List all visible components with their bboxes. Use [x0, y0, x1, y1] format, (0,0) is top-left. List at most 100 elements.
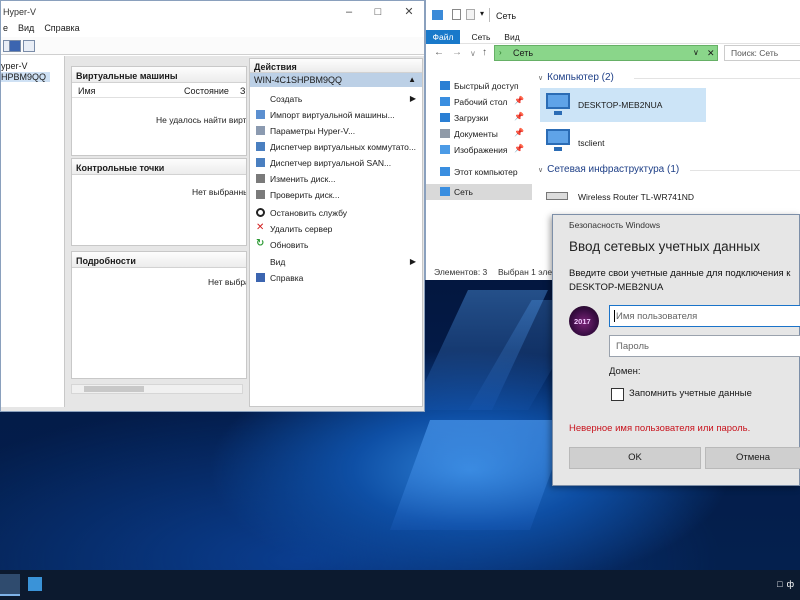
minimize-icon[interactable]: –	[334, 1, 364, 23]
this-pc-icon	[440, 167, 450, 176]
action-item[interactable]: ✕ Удалить сервер	[250, 222, 422, 237]
ribbon-tabs: Файл Сеть Вид	[426, 30, 800, 44]
navigation-tree: yper-V HPBM9QQ	[1, 56, 65, 407]
remember-checkbox[interactable]	[611, 388, 624, 401]
computer-icon	[546, 93, 570, 109]
nav-item[interactable]: Документы 📌	[426, 126, 532, 142]
username-field[interactable]: Имя пользователя	[609, 305, 800, 327]
group-infrastructure[interactable]: ∨ Сетевая инфраструктура (1)	[538, 164, 800, 175]
nav-item[interactable]: Сеть	[426, 184, 532, 200]
cancel-button[interactable]: Отмена	[705, 447, 800, 469]
pin-icon[interactable]: 📌	[514, 128, 524, 137]
list-item-tsclient[interactable]: tsclient	[540, 126, 706, 156]
address-dropdown-icon[interactable]: ∨	[693, 48, 699, 57]
explorer-taskbar-icon[interactable]	[0, 574, 20, 596]
refresh-icon: ↻	[256, 238, 265, 249]
item-label: DESKTOP-MEB2NUA	[578, 100, 663, 110]
nav-item[interactable]: Рабочий стол 📌	[426, 94, 532, 110]
tree-item-server[interactable]: HPBM9QQ	[1, 72, 51, 82]
menu-action[interactable]: е	[3, 23, 8, 37]
nav-item[interactable]: Этот компьютер	[426, 164, 532, 180]
action-item[interactable]: ↻ Обновить	[250, 238, 422, 253]
action-item[interactable]: Диспетчер виртуальных коммутато...	[250, 140, 422, 155]
remove-server-icon: ✕	[256, 222, 265, 233]
recent-chevron-icon[interactable]: ∨	[470, 49, 476, 58]
hyperv-titlebar[interactable]: Hyper-V – □ ✕	[1, 1, 424, 23]
avatar-text: 2017	[574, 317, 591, 326]
ok-button[interactable]: OK	[569, 447, 701, 469]
action-label: Остановить службу	[270, 208, 348, 218]
text-caret	[614, 310, 615, 322]
action-item[interactable]: Проверить диск...	[250, 188, 422, 203]
tray-language[interactable]: □ ф	[777, 579, 794, 589]
navigation-pane: Быстрый доступ Рабочий стол 📌 Загрузки 📌 Доку…	[426, 70, 532, 262]
password-field[interactable]: Пароль	[609, 335, 800, 357]
address-bar[interactable]: › Сеть ∨ ✕	[494, 45, 718, 61]
group-computers[interactable]: ∨ Компьютер (2)	[538, 72, 800, 83]
new-folder-icon[interactable]	[466, 9, 475, 20]
horizontal-scrollbar[interactable]	[71, 384, 243, 394]
action-item[interactable]: Вид ▶	[250, 255, 422, 270]
tab-view[interactable]: Вид	[500, 30, 524, 44]
close-icon[interactable]: ✕	[394, 1, 424, 23]
action-label: Изменить диск...	[270, 174, 336, 184]
group-chevron-icon: ∨	[538, 167, 544, 174]
search-input[interactable]: Поиск: Сеть	[724, 45, 800, 61]
address-text: Сеть	[513, 48, 534, 58]
panel-icon[interactable]	[23, 40, 35, 52]
pin-icon[interactable]: 📌	[514, 96, 524, 105]
inspect-disk-icon	[256, 190, 265, 199]
column-cpu[interactable]: З	[240, 86, 245, 96]
san-manager-icon	[256, 158, 265, 167]
nav-item[interactable]: Загрузки 📌	[426, 110, 532, 126]
clear-address-icon[interactable]: ✕	[707, 48, 715, 59]
column-name[interactable]: Имя	[78, 86, 96, 96]
nav-item[interactable]: Быстрый доступ	[426, 78, 532, 94]
collapse-up-icon[interactable]: ▲	[408, 75, 416, 84]
actions-selected-server[interactable]: WIN-4C1SHPBM9QQ ▲	[250, 73, 422, 87]
help-icon[interactable]	[9, 40, 21, 52]
edit-disk-icon	[256, 174, 265, 183]
nav-item[interactable]: Изображения 📌	[426, 142, 532, 158]
submenu-arrow-icon: ▶	[409, 94, 416, 103]
nav-label: Изображения	[454, 145, 508, 155]
star-icon	[440, 81, 450, 90]
tree-item-hyperv[interactable]: yper-V	[1, 61, 28, 71]
action-label: Создать	[270, 94, 303, 104]
pin-icon[interactable]: 📌	[514, 144, 524, 153]
network-icon	[432, 10, 443, 20]
column-state[interactable]: Состояние	[184, 86, 229, 96]
action-item[interactable]: Изменить диск...	[250, 172, 422, 187]
back-arrow-icon[interactable]: ←	[434, 47, 444, 58]
action-label: Импорт виртуальной машины...	[270, 110, 395, 120]
menu-help[interactable]: Справка	[44, 23, 79, 37]
remember-label[interactable]: Запомнить учетные данные	[629, 388, 752, 399]
scrollbar-thumb[interactable]	[84, 386, 144, 392]
action-item[interactable]: Параметры Hyper-V...	[250, 124, 422, 139]
menu-view[interactable]: Вид	[18, 23, 34, 37]
description-line: Введите свои учетные данные для подключе…	[569, 268, 791, 279]
server-manager-taskbar-icon[interactable]	[24, 574, 48, 596]
hyperv-body: yper-V HPBM9QQ Виртуальные машины Имя Со…	[1, 56, 424, 411]
list-item-router[interactable]: Wireless Router TL-WR741ND	[540, 182, 710, 212]
explorer-titlebar[interactable]: ▾ Сеть	[426, 0, 800, 30]
pin-icon[interactable]: 📌	[514, 112, 524, 121]
maximize-icon[interactable]: □	[363, 1, 393, 23]
tab-file[interactable]: Файл	[426, 30, 460, 44]
action-item[interactable]: Диспетчер виртуальной SAN...	[250, 156, 422, 171]
blank-icon	[256, 94, 265, 103]
status-selected: Выбран 1 элем	[498, 267, 558, 277]
action-item[interactable]: Создать ▶	[250, 92, 422, 107]
up-arrow-icon[interactable]: ↑	[482, 47, 487, 58]
chevron-down-icon[interactable]: ▾	[480, 9, 484, 18]
action-item[interactable]: Остановить службу	[250, 206, 422, 221]
actions-pane: Действия WIN-4C1SHPBM9QQ ▲ Создать ▶ Импор…	[249, 58, 423, 407]
action-item[interactable]: Справка	[250, 271, 422, 286]
forward-arrow-icon[interactable]: →	[452, 47, 462, 58]
properties-icon[interactable]	[452, 9, 461, 20]
list-item-desktop[interactable]: DESKTOP-MEB2NUA	[540, 88, 706, 122]
details-panel: Подробности Нет выбран	[71, 251, 247, 379]
network-tray-icon[interactable]: □	[777, 579, 782, 589]
action-item[interactable]: Импорт виртуальной машины...	[250, 108, 422, 123]
tab-network[interactable]: Сеть	[466, 30, 496, 44]
